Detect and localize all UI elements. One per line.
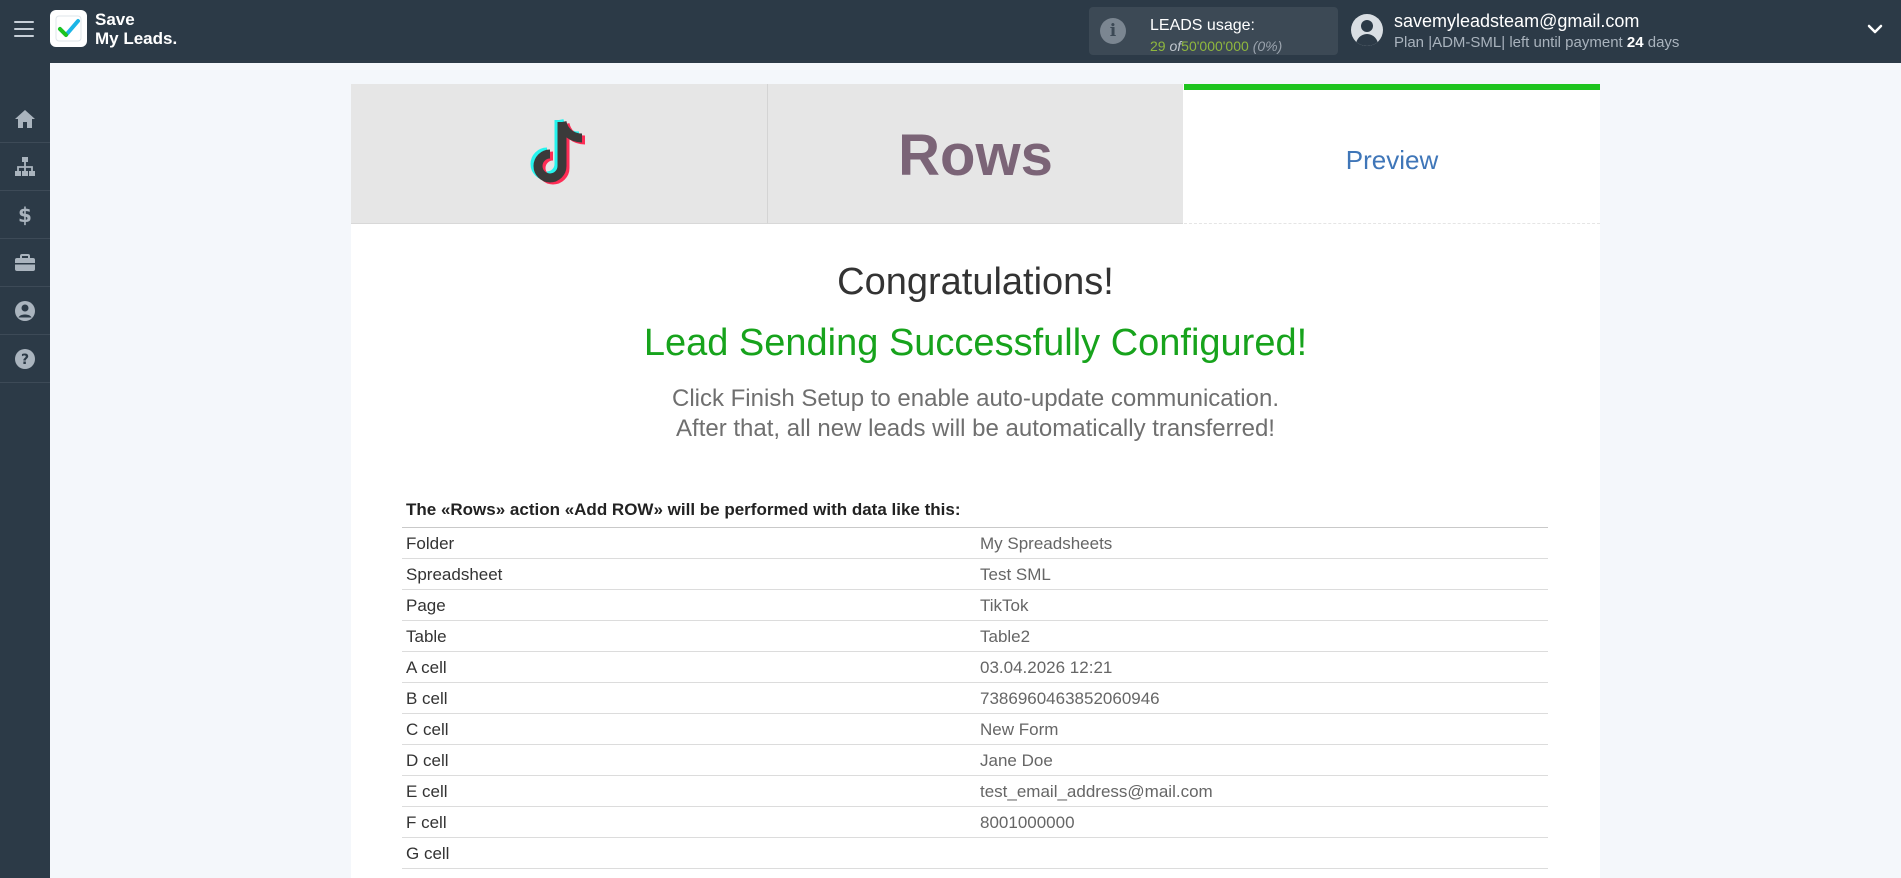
table-row: B cell 7386960463852060946 xyxy=(402,683,1548,714)
table-row: D cell Jane Doe xyxy=(402,745,1548,776)
row-key: D cell xyxy=(406,751,449,770)
setup-card: Rows Preview Congratulations! Lead Sendi… xyxy=(351,84,1600,878)
row-key: F cell xyxy=(406,813,447,832)
sidebar: $ ? xyxy=(0,63,50,878)
usage-counter: 29 of50'000'000 (0%) xyxy=(1150,38,1282,54)
table-row: Spreadsheet Test SML xyxy=(402,559,1548,590)
row-key: Spreadsheet xyxy=(406,565,503,584)
plan-info: Plan |ADM-SML| left until payment 24 day… xyxy=(1394,34,1679,51)
sidebar-item-connections[interactable] xyxy=(0,143,50,191)
row-value: New Form xyxy=(980,720,1059,739)
tab-destination[interactable]: Rows xyxy=(768,84,1183,224)
row-value: 8001000000 xyxy=(980,813,1075,832)
preview-table: Folder My Spreadsheets Spreadsheet Test SM… xyxy=(402,527,1548,869)
logo-text[interactable]: Save My Leads. xyxy=(95,10,177,48)
leads-usage-box: i LEADS usage: 29 of50'000'000 (0%) xyxy=(1089,7,1338,55)
tab-preview[interactable]: Preview xyxy=(1184,84,1600,224)
row-key: G cell xyxy=(406,844,450,863)
usage-total: 50'000'000 xyxy=(1181,38,1249,54)
plan-suffix: days xyxy=(1647,34,1680,51)
briefcase-icon xyxy=(15,253,35,271)
plan-days: 24 xyxy=(1626,34,1644,51)
row-key: E cell xyxy=(406,782,448,801)
sidebar-item-help[interactable]: ? xyxy=(0,335,50,383)
logo-icon[interactable] xyxy=(50,10,87,47)
row-value: Test SML xyxy=(980,565,1051,584)
row-value: TikTok xyxy=(980,596,1029,615)
usage-used: 29 xyxy=(1150,38,1166,54)
svg-text:$: $ xyxy=(18,203,32,227)
row-value: test_email_address@mail.com xyxy=(980,782,1213,801)
rows-logo: Rows xyxy=(898,123,1053,188)
table-row: A cell 03.04.2026 12:21 xyxy=(402,652,1548,683)
setup-hint: Click Finish Setup to enable auto-update… xyxy=(351,384,1600,444)
dollar-icon: $ xyxy=(18,203,32,227)
row-key: Page xyxy=(406,596,446,615)
hint-line-2: After that, all new leads will be automa… xyxy=(676,415,1275,442)
sidebar-item-tools[interactable] xyxy=(0,239,50,287)
svg-text:?: ? xyxy=(21,352,29,368)
user-icon xyxy=(15,300,35,321)
table-row: Table Table2 xyxy=(402,621,1548,652)
sitemap-icon xyxy=(15,156,35,176)
congrats-heading: Congratulations! xyxy=(837,261,1114,303)
row-key: Folder xyxy=(406,534,455,553)
table-row: C cell New Form xyxy=(402,714,1548,745)
logo-line-2: My Leads. xyxy=(95,29,178,48)
home-icon xyxy=(15,109,35,128)
sidebar-item-profile[interactable] xyxy=(0,287,50,335)
menu-icon[interactable] xyxy=(14,21,34,41)
help-icon: ? xyxy=(15,348,35,369)
table-row: F cell 8001000000 xyxy=(402,807,1548,838)
tab-preview-label: Preview xyxy=(1345,145,1439,175)
sidebar-item-home[interactable] xyxy=(0,95,50,143)
avatar[interactable] xyxy=(1351,14,1383,46)
hint-line-1: Click Finish Setup to enable auto-update… xyxy=(671,385,1279,412)
info-icon: i xyxy=(1100,18,1126,44)
usage-title: LEADS usage: xyxy=(1150,17,1255,34)
table-row: E cell test_email_address@mail.com xyxy=(402,776,1548,807)
chevron-down-icon[interactable] xyxy=(1866,20,1884,38)
row-value: 7386960463852060946 xyxy=(980,689,1160,708)
row-key: C cell xyxy=(406,720,449,739)
row-key: B cell xyxy=(406,689,448,708)
logo-line-1: Save xyxy=(95,10,135,29)
usage-of: of xyxy=(1169,38,1182,54)
row-key: A cell xyxy=(406,658,447,677)
top-bar: Save My Leads. i LEADS usage: 29 of50'00… xyxy=(0,0,1901,63)
row-value: Jane Doe xyxy=(980,751,1053,770)
tab-source[interactable] xyxy=(351,84,768,224)
sidebar-item-billing[interactable]: $ xyxy=(0,191,50,239)
plan-prefix: Plan |ADM-SML| left until payment xyxy=(1394,34,1623,51)
account-email[interactable]: savemyleadsteam@gmail.com xyxy=(1394,11,1639,32)
row-value: Table2 xyxy=(980,627,1031,646)
row-value: 03.04.2026 12:21 xyxy=(980,658,1113,677)
table-row: Page TikTok xyxy=(402,590,1548,621)
table-row: Folder My Spreadsheets xyxy=(402,528,1548,559)
success-heading: Lead Sending Successfully Configured! xyxy=(643,322,1308,364)
row-value: My Spreadsheets xyxy=(980,534,1113,553)
table-row: G cell xyxy=(402,838,1548,869)
usage-percent: (0%) xyxy=(1252,38,1283,54)
row-key: Table xyxy=(406,627,447,646)
tiktok-logo-icon xyxy=(530,118,586,185)
table-title: The «Rows» action «Add ROW» will be perf… xyxy=(406,500,961,519)
